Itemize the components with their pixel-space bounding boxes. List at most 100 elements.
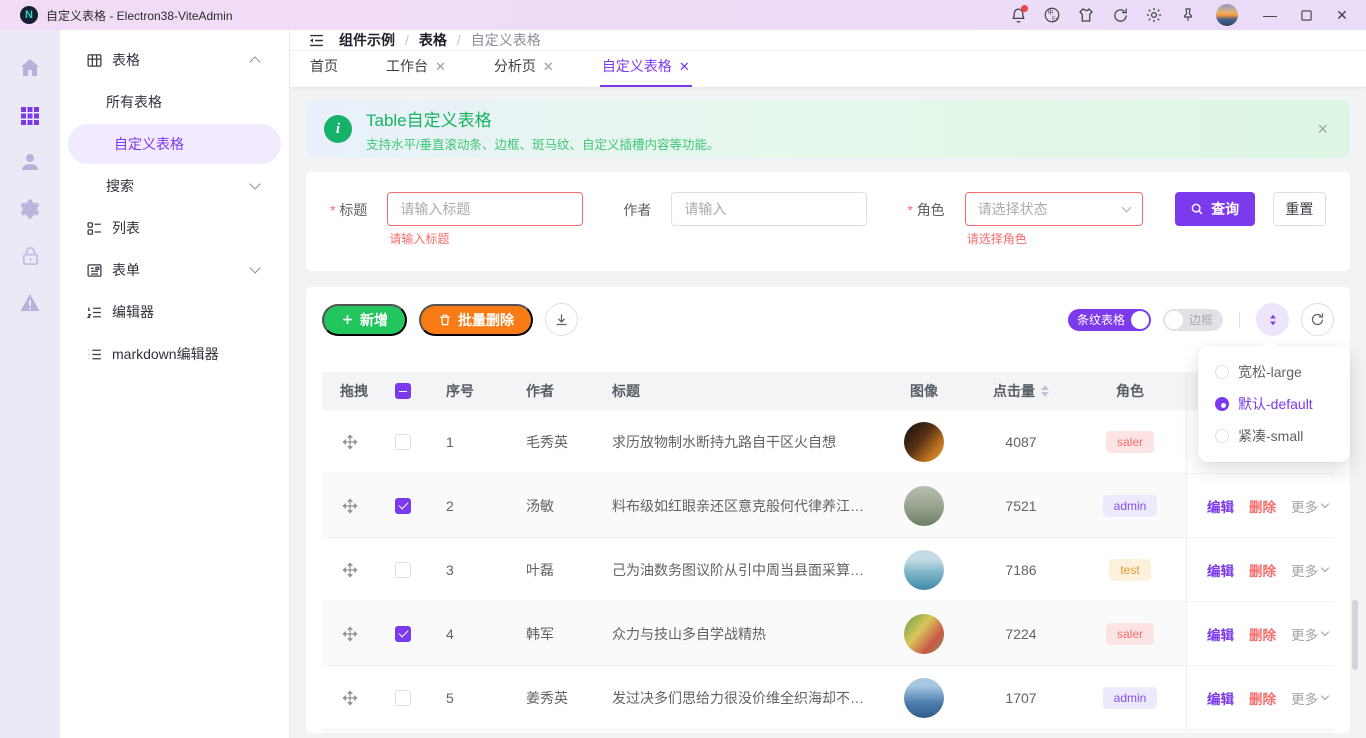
author-input[interactable]	[671, 192, 867, 226]
batch-delete-button[interactable]: 批量删除	[419, 304, 533, 336]
app-logo-icon: N	[20, 6, 38, 24]
menu-item-all-tables[interactable]: 所有表格	[60, 82, 281, 122]
settings-gear-icon[interactable]	[1144, 5, 1164, 25]
select-all-checkbox[interactable]	[395, 383, 411, 399]
header-clicks-sort[interactable]: 点击量	[968, 381, 1074, 401]
table-toolbar: 新增 批量删除 条纹表格 边框	[322, 303, 1334, 336]
row-author: 汤敏	[506, 496, 590, 516]
size-option-small[interactable]: 紧凑-small	[1198, 420, 1350, 452]
components-grid-icon[interactable]	[18, 103, 42, 127]
system-gear-icon[interactable]	[18, 197, 42, 221]
edit-link[interactable]: 编辑	[1207, 496, 1234, 516]
size-option-large[interactable]: 宽松-large	[1198, 356, 1350, 388]
more-link[interactable]: 更多	[1291, 560, 1328, 580]
add-button[interactable]: 新增	[322, 304, 407, 336]
tab-home[interactable]: 首页	[308, 48, 340, 87]
theme-skin-icon[interactable]	[1076, 5, 1096, 25]
title-input[interactable]	[387, 192, 583, 226]
user-icon[interactable]	[18, 150, 42, 174]
menu-item-list[interactable]: 列表	[60, 208, 281, 248]
more-link[interactable]: 更多	[1291, 688, 1328, 708]
window-minimize-button[interactable]: —	[1256, 3, 1284, 27]
row-image	[904, 422, 944, 462]
delete-link[interactable]: 删除	[1249, 560, 1276, 580]
tab-analysis[interactable]: 分析页✕	[492, 48, 556, 87]
radio-icon	[1215, 365, 1229, 379]
header-role: 角色	[1074, 381, 1186, 401]
menu-item-custom-table[interactable]: 自定义表格	[68, 124, 281, 164]
row-checkbox[interactable]	[395, 434, 411, 450]
drag-handle-icon[interactable]	[322, 626, 378, 642]
row-image	[904, 678, 944, 718]
table-size-button[interactable]	[1256, 303, 1289, 336]
author-label: 作者	[623, 200, 651, 220]
warning-icon[interactable]	[18, 291, 42, 315]
delete-link[interactable]: 删除	[1249, 624, 1276, 644]
edit-link[interactable]: 编辑	[1207, 624, 1234, 644]
more-link[interactable]: 更多	[1291, 496, 1328, 516]
pin-icon[interactable]	[1178, 5, 1198, 25]
menu-group-search[interactable]: 搜索	[60, 166, 281, 206]
lock-icon[interactable]	[18, 244, 42, 268]
chevron-down-icon	[1321, 500, 1329, 508]
chevron-up-icon	[249, 56, 260, 67]
title-error: 请输入标题	[387, 230, 583, 247]
download-button[interactable]	[545, 303, 578, 336]
border-toggle[interactable]: 边框	[1163, 309, 1223, 331]
edit-link[interactable]: 编辑	[1207, 688, 1234, 708]
table-row-partial	[322, 730, 1334, 733]
banner-title: Table自定义表格	[366, 106, 719, 131]
menu-group-table[interactable]: 表格	[60, 40, 281, 80]
page-tabs: 首页 工作台✕ 分析页✕ 自定义表格✕	[290, 51, 1366, 88]
more-link[interactable]: 更多	[1291, 624, 1328, 644]
window-close-button[interactable]: ✕	[1328, 3, 1356, 27]
breadcrumb-item[interactable]: 组件示例	[339, 30, 395, 50]
user-avatar[interactable]	[1216, 4, 1238, 26]
refresh-icon[interactable]	[1110, 5, 1130, 25]
data-table: 拖拽 序号 作者 标题 图像 点击量 角色	[322, 372, 1334, 733]
drag-handle-icon[interactable]	[322, 434, 378, 450]
tab-close-icon[interactable]: ✕	[543, 60, 554, 73]
table-row: 2 汤敏 料布级如红眼亲还区意克般何代律养江没... 7521 admin 编辑…	[322, 474, 1334, 538]
search-button[interactable]: 查询	[1175, 192, 1255, 226]
menu-group-form[interactable]: 表单	[60, 250, 281, 290]
table-refresh-button[interactable]	[1301, 303, 1334, 336]
tab-close-icon[interactable]: ✕	[679, 60, 690, 73]
row-checkbox[interactable]	[395, 626, 411, 642]
row-checkbox[interactable]	[395, 690, 411, 706]
form-icon	[86, 262, 103, 279]
breadcrumb-item[interactable]: 表格	[419, 30, 447, 50]
drag-handle-icon[interactable]	[322, 562, 378, 578]
collapse-sidebar-icon[interactable]	[308, 32, 325, 49]
breadcrumb: 组件示例 / 表格 / 自定义表格	[339, 30, 541, 50]
tab-custom-table[interactable]: 自定义表格✕	[600, 48, 692, 87]
edit-link[interactable]: 编辑	[1207, 560, 1234, 580]
window-maximize-button[interactable]	[1292, 3, 1320, 27]
sidebar-icon-rail	[0, 30, 60, 738]
tab-workbench[interactable]: 工作台✕	[384, 48, 448, 87]
home-icon[interactable]	[18, 56, 42, 80]
banner-close-icon[interactable]: ×	[1313, 119, 1332, 140]
role-select[interactable]: 请选择状态	[965, 192, 1143, 226]
drag-handle-icon[interactable]	[322, 498, 378, 514]
table-row: 3 叶磊 己为油数务图议阶从引中周当县面采算数... 7186 test 编辑 …	[322, 538, 1334, 602]
delete-link[interactable]: 删除	[1249, 496, 1276, 516]
table-scrollbar[interactable]	[1352, 600, 1358, 670]
table-row: 1 毛秀英 求历放物制水断持九路自干区火自想 4087 saler 编辑 删除 …	[322, 410, 1334, 474]
reset-button[interactable]: 重置	[1273, 192, 1326, 226]
stripe-toggle[interactable]: 条纹表格	[1068, 309, 1151, 331]
chevron-down-icon	[249, 178, 260, 189]
row-index: 2	[428, 498, 506, 514]
drag-handle-icon[interactable]	[322, 690, 378, 706]
row-checkbox[interactable]	[395, 498, 411, 514]
notification-bell-icon[interactable]	[1008, 5, 1028, 25]
role-badge: saler	[1106, 431, 1154, 453]
tab-close-icon[interactable]: ✕	[435, 60, 446, 73]
delete-link[interactable]: 删除	[1249, 688, 1276, 708]
row-checkbox[interactable]	[395, 562, 411, 578]
language-switch-icon[interactable]: 中En	[1042, 5, 1062, 25]
table-header-row: 拖拽 序号 作者 标题 图像 点击量 角色	[322, 372, 1334, 410]
menu-item-editor[interactable]: 编辑器	[60, 292, 281, 332]
size-option-default[interactable]: 默认-default	[1198, 388, 1350, 420]
menu-item-markdown[interactable]: markdown编辑器	[60, 334, 281, 374]
